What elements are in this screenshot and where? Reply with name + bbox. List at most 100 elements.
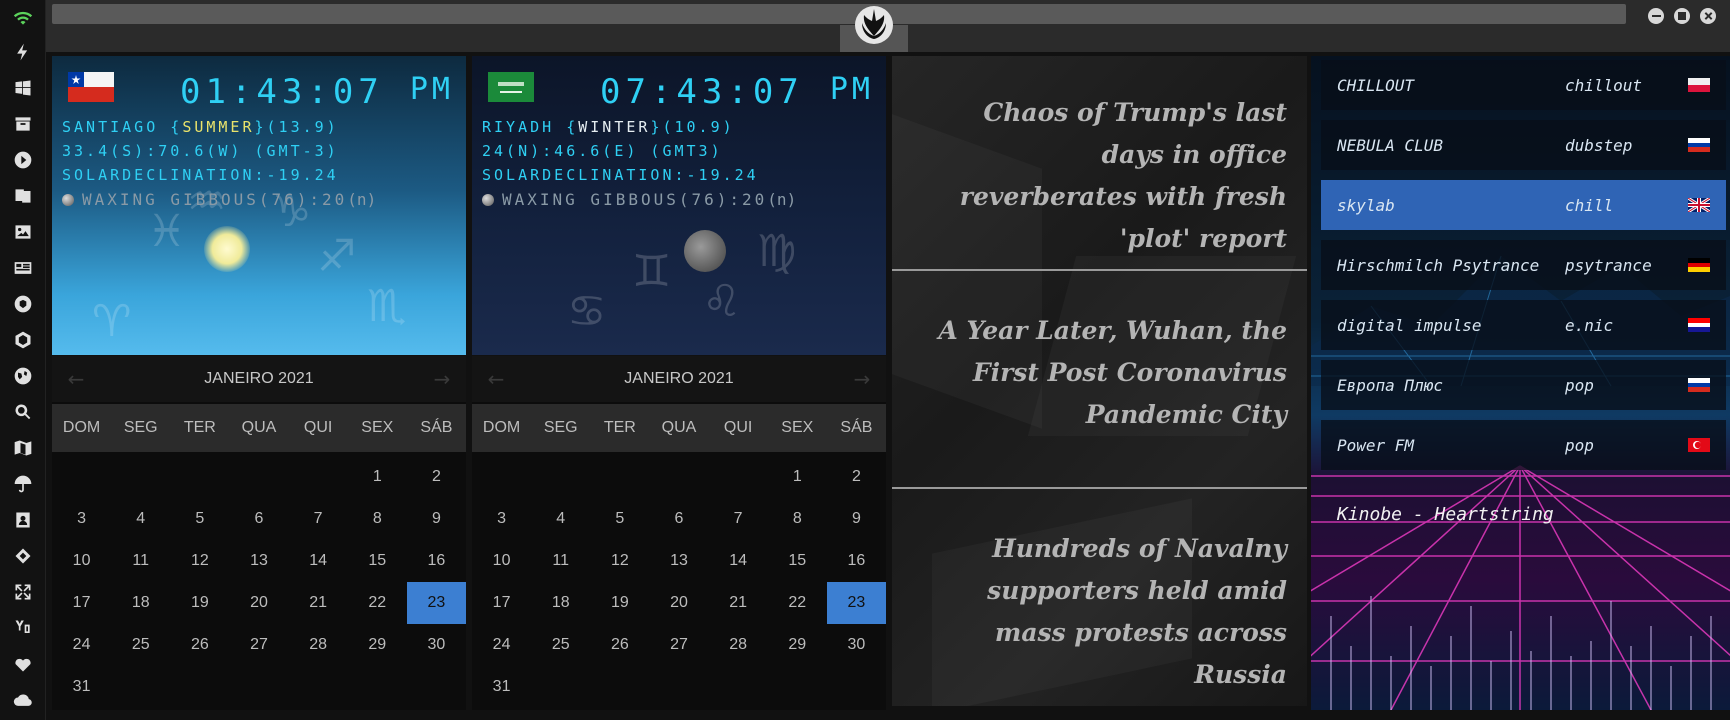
calendar-prev-button[interactable]: ← [484, 356, 508, 402]
calendar-day[interactable]: 26 [590, 624, 649, 666]
umbrella-icon[interactable] [11, 472, 35, 496]
map-icon[interactable] [11, 436, 35, 460]
calendar-day[interactable]: 27 [229, 624, 288, 666]
calendar-day[interactable]: 4 [111, 498, 170, 540]
globe-icon[interactable] [11, 364, 35, 388]
calendar-day[interactable]: 18 [111, 582, 170, 624]
news-headline[interactable]: A Year Later, Wuhan, the First Post Coro… [917, 310, 1287, 436]
calendar-day[interactable]: 14 [709, 540, 768, 582]
minimize-button[interactable] [1648, 8, 1664, 24]
calendar-day[interactable]: 30 [407, 624, 466, 666]
calendar-day[interactable]: 6 [229, 498, 288, 540]
calendar-day[interactable]: 9 [827, 498, 886, 540]
calendar-day[interactable]: 16 [407, 540, 466, 582]
station-row-active[interactable]: skylab chill [1321, 180, 1726, 230]
cloud-icon[interactable] [11, 688, 35, 712]
calendar-day[interactable]: 22 [348, 582, 407, 624]
expand-icon[interactable] [11, 580, 35, 604]
close-button[interactable] [1700, 8, 1716, 24]
calendar-day[interactable]: 2 [827, 456, 886, 498]
calendar-day[interactable]: 12 [170, 540, 229, 582]
calendar-day[interactable]: 1 [348, 456, 407, 498]
calendar-next-button[interactable]: → [850, 356, 874, 402]
hexagon-icon[interactable] [11, 328, 35, 352]
calendar-day[interactable]: 13 [649, 540, 708, 582]
station-row[interactable]: CHILLOUT chillout [1321, 60, 1726, 110]
calendar-day[interactable]: 20 [649, 582, 708, 624]
calendar-day[interactable]: 10 [472, 540, 531, 582]
station-row[interactable]: Hirschmilch Psytrance psytrance [1321, 240, 1726, 290]
calendar-day[interactable]: 2 [407, 456, 466, 498]
calendar-day[interactable]: 8 [768, 498, 827, 540]
station-row[interactable]: NEBULA CLUB dubstep [1321, 120, 1726, 170]
tag-icon[interactable] [11, 544, 35, 568]
calendar-day[interactable]: 19 [590, 582, 649, 624]
calendar-next-button[interactable]: → [430, 356, 454, 402]
calendar-day[interactable]: 24 [472, 624, 531, 666]
calendar-day[interactable]: 3 [472, 498, 531, 540]
station-row[interactable]: Power FM pop [1321, 420, 1726, 470]
calendar-day[interactable]: 17 [472, 582, 531, 624]
calendar-day[interactable]: 7 [709, 498, 768, 540]
calendar-day[interactable]: 22 [768, 582, 827, 624]
station-row[interactable]: digital impulse e.nic [1321, 300, 1726, 350]
calendar-prev-button[interactable]: ← [64, 356, 88, 402]
calendar-day[interactable]: 11 [531, 540, 590, 582]
archive-icon[interactable] [11, 112, 35, 136]
station-row[interactable]: Европа Плюс pop [1321, 360, 1726, 410]
search-icon[interactable] [11, 400, 35, 424]
calendar-day[interactable]: 14 [289, 540, 348, 582]
calendar-day[interactable]: 11 [111, 540, 170, 582]
calendar-day[interactable]: 15 [348, 540, 407, 582]
news-headline[interactable]: Hundreds of Navalny supporters held amid… [917, 528, 1287, 696]
calendar-day[interactable]: 9 [407, 498, 466, 540]
calendar-day[interactable]: 21 [289, 582, 348, 624]
calendar-day[interactable]: 20 [229, 582, 288, 624]
image-icon[interactable] [11, 220, 35, 244]
rebel-alliance-icon[interactable] [854, 5, 894, 45]
calendar-day[interactable]: 19 [170, 582, 229, 624]
translate-icon[interactable] [11, 184, 35, 208]
calendar-day[interactable]: 28 [709, 624, 768, 666]
youtube-icon[interactable] [11, 616, 35, 640]
heart-icon[interactable] [11, 652, 35, 676]
calendar-day[interactable]: 3 [52, 498, 111, 540]
calendar-day[interactable]: 7 [289, 498, 348, 540]
calendar-day[interactable]: 1 [768, 456, 827, 498]
calendar-day[interactable]: 6 [649, 498, 708, 540]
title-track[interactable] [52, 4, 1626, 24]
calendar-day[interactable]: 16 [827, 540, 886, 582]
news-headline[interactable]: Chaos of Trump's last days in office rev… [917, 92, 1287, 260]
calendar-day[interactable]: 5 [590, 498, 649, 540]
calendar-day[interactable]: 29 [768, 624, 827, 666]
windows-icon[interactable] [11, 76, 35, 100]
wifi-icon[interactable] [11, 6, 35, 30]
calendar-day[interactable]: 30 [827, 624, 886, 666]
calendar-day[interactable]: 10 [52, 540, 111, 582]
calendar-day[interactable]: 15 [768, 540, 827, 582]
calendar-day[interactable]: 4 [531, 498, 590, 540]
calendar-day[interactable]: 31 [52, 666, 111, 708]
calendar-day[interactable]: 25 [531, 624, 590, 666]
maximize-button[interactable] [1674, 8, 1690, 24]
calendar-day[interactable]: 27 [649, 624, 708, 666]
calendar-day[interactable]: 5 [170, 498, 229, 540]
calendar-day[interactable]: 12 [590, 540, 649, 582]
calendar-day[interactable]: 8 [348, 498, 407, 540]
contact-icon[interactable] [11, 508, 35, 532]
aperture-icon[interactable] [11, 292, 35, 316]
calendar-day[interactable]: 18 [531, 582, 590, 624]
calendar-day-today[interactable]: 23 [406, 582, 466, 624]
lightning-icon[interactable] [11, 40, 35, 64]
calendar-day[interactable]: 31 [472, 666, 531, 708]
calendar-day[interactable]: 24 [52, 624, 111, 666]
calendar-day[interactable]: 17 [52, 582, 111, 624]
news-icon[interactable] [11, 256, 35, 280]
calendar-day-today[interactable]: 23 [826, 582, 886, 624]
calendar-day[interactable]: 26 [170, 624, 229, 666]
calendar-day[interactable]: 13 [229, 540, 288, 582]
calendar-day[interactable]: 21 [709, 582, 768, 624]
calendar-day[interactable]: 28 [289, 624, 348, 666]
calendar-day[interactable]: 25 [111, 624, 170, 666]
calendar-day[interactable]: 29 [348, 624, 407, 666]
